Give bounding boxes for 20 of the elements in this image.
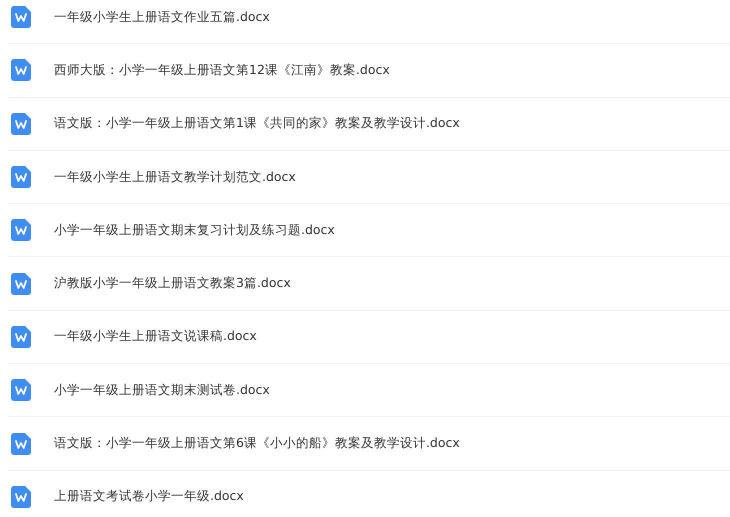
word-document-icon <box>11 6 31 28</box>
word-document-icon <box>11 166 31 188</box>
file-name[interactable]: 语文版：小学一年级上册语文第6课《小小的船》教案及教学设计.docx <box>54 435 460 452</box>
file-name[interactable]: 一年级小学生上册语文说课稿.docx <box>54 328 257 346</box>
file-name[interactable]: 一年级小学生上册语文教学计划范文.docx <box>54 168 296 186</box>
word-document-icon <box>11 379 31 402</box>
file-name[interactable]: 小学一年级上册语文期末复习计划及练习题.docx <box>54 222 335 239</box>
word-document-icon <box>11 272 31 295</box>
word-document-icon <box>11 219 31 242</box>
file-name[interactable]: 一年级小学生上册语文作业五篇.docx <box>54 8 270 26</box>
file-name[interactable]: 沪教版小学一年级上册语文教案3篇.docx <box>54 275 291 292</box>
file-name[interactable]: 西师大版：小学一年级上册语文第12课《江南》教案.docx <box>54 62 390 79</box>
word-document-icon <box>11 326 31 348</box>
word-document-icon <box>11 432 31 455</box>
word-document-icon <box>11 486 31 508</box>
word-document-icon <box>11 59 31 82</box>
word-document-icon <box>11 112 31 135</box>
file-name[interactable]: 上册语文考试卷小学一年级.docx <box>54 488 244 506</box>
file-name[interactable]: 小学一年级上册语文期末测试卷.docx <box>54 382 270 399</box>
file-name[interactable]: 语文版：小学一年级上册语文第1课《共同的家》教案及教学设计.docx <box>54 115 460 132</box>
